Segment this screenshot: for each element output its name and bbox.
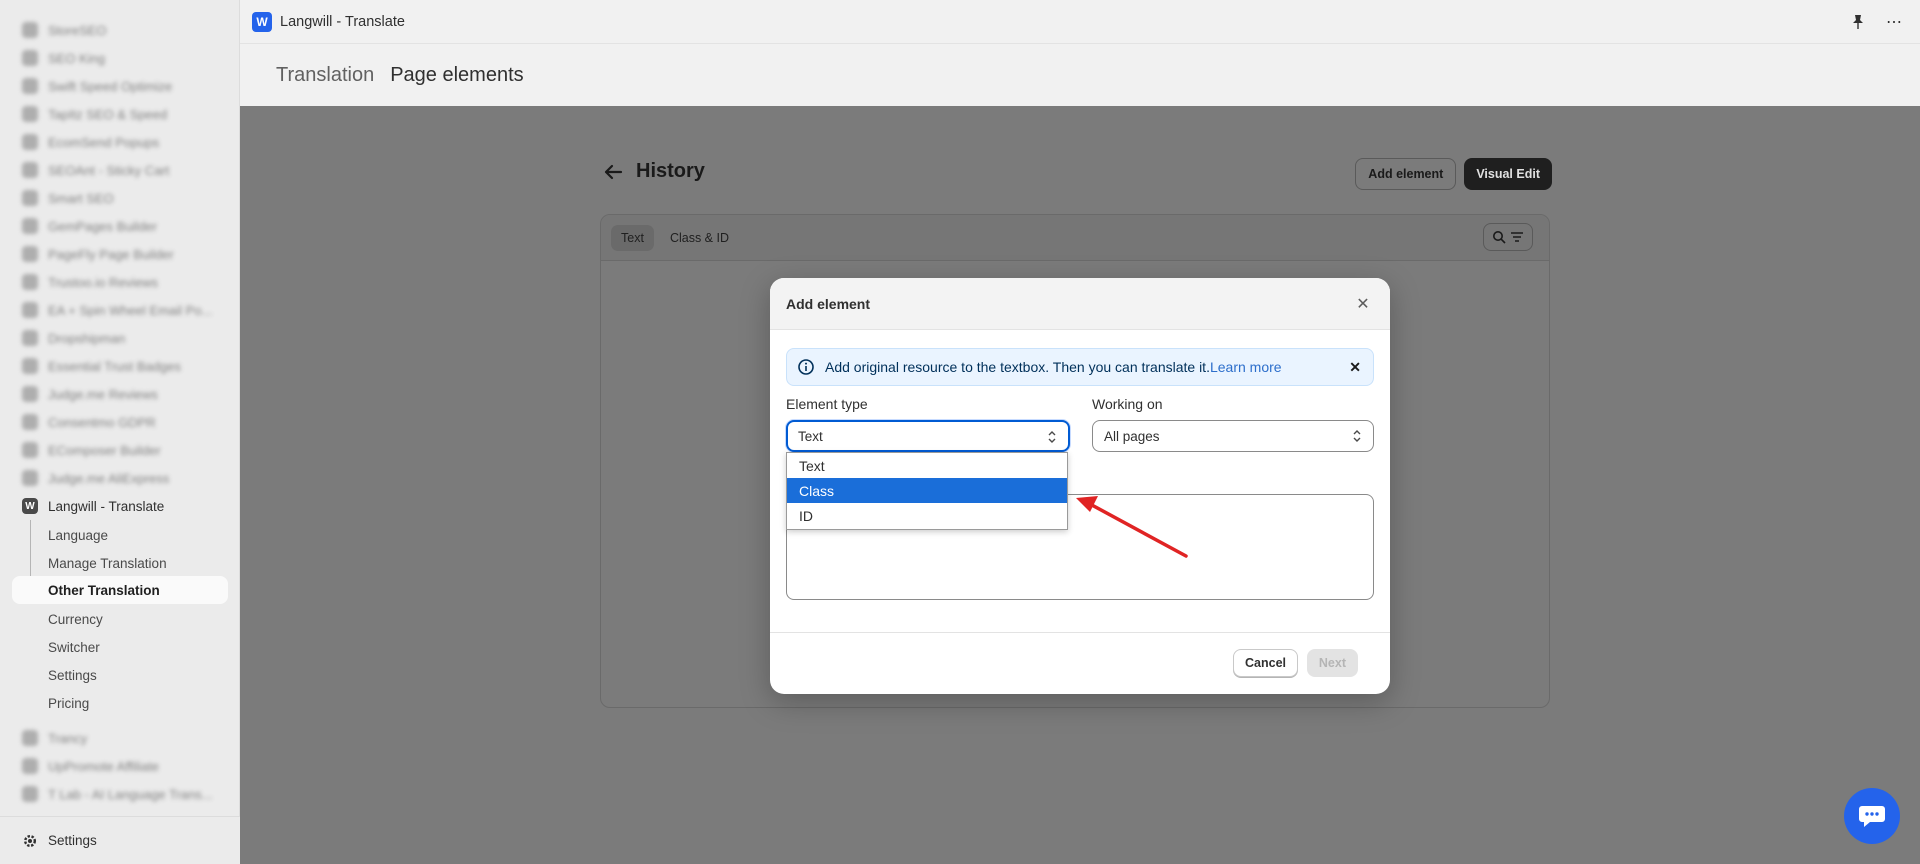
- app-icon: [22, 414, 38, 430]
- app-icon: [22, 78, 38, 94]
- sidebar-app-item[interactable]: GemPages Builder: [22, 216, 157, 236]
- page-title: History: [636, 160, 705, 182]
- app-icon: [22, 106, 38, 122]
- tab-page-elements[interactable]: Page elements: [390, 64, 523, 87]
- dropdown-option-class[interactable]: Class: [787, 478, 1067, 503]
- sidebar-item-pricing[interactable]: Pricing: [48, 692, 89, 714]
- sidebar-item-switcher[interactable]: Switcher: [48, 636, 100, 658]
- sidebar-app-item[interactable]: Consentmo GDPR: [22, 412, 156, 432]
- app-icon: [22, 442, 38, 458]
- sidebar-app-item[interactable]: T Lab - AI Language Trans...: [22, 784, 213, 804]
- element-type-select[interactable]: Text: [786, 420, 1070, 452]
- app-icon: [22, 358, 38, 374]
- element-type-dropdown: Text Class ID: [786, 452, 1068, 530]
- page-header: History: [602, 160, 705, 183]
- sidebar-app-item[interactable]: EComposer Builder: [22, 440, 161, 460]
- sidebar-settings[interactable]: Settings: [0, 816, 240, 864]
- sidebar-app-item[interactable]: TapItz SEO & Speed: [22, 104, 167, 124]
- sidebar-item-manage-translation[interactable]: Manage Translation: [48, 552, 167, 574]
- sidebar-item-currency[interactable]: Currency: [48, 608, 103, 630]
- next-button[interactable]: Next: [1306, 649, 1358, 677]
- app-icon: [22, 50, 38, 66]
- gear-icon: [24, 834, 36, 847]
- close-icon[interactable]: ✕: [1354, 295, 1372, 313]
- dropdown-option-text[interactable]: Text: [787, 453, 1067, 478]
- app-icon: [22, 274, 38, 290]
- select-chevron-icon: [1048, 431, 1056, 443]
- tab-class-id[interactable]: Class & ID: [660, 225, 739, 251]
- sidebar-app-item[interactable]: EA + Spin Wheel Email Po...: [22, 300, 212, 320]
- modal-header: Add element ✕: [770, 278, 1390, 330]
- langwill-logo-icon: W: [252, 11, 272, 32]
- dropdown-option-id[interactable]: ID: [787, 503, 1067, 528]
- app-icon: [22, 134, 38, 150]
- element-type-label: Element type: [786, 396, 868, 412]
- select-chevron-icon: [1353, 430, 1361, 442]
- working-on-value: All pages: [1104, 428, 1160, 444]
- tab-text[interactable]: Text: [611, 224, 654, 251]
- visual-edit-button[interactable]: Visual Edit: [1464, 158, 1552, 190]
- sidebar-app-item[interactable]: SEOAnt - Sticky Cart: [22, 160, 169, 180]
- sidebar: StoreSEO SEO King Swift Speed Optimize T…: [0, 0, 240, 864]
- cancel-button[interactable]: Cancel: [1233, 649, 1298, 677]
- sidebar-app-langwill[interactable]: W Langwill - Translate: [22, 496, 164, 516]
- sidebar-app-item[interactable]: Judge.me AliExpress: [22, 468, 169, 488]
- filter-icon: [1511, 232, 1523, 242]
- app-icon: [22, 730, 38, 746]
- app-icon: [22, 246, 38, 262]
- chat-icon: [1859, 806, 1885, 827]
- sidebar-item-language[interactable]: Language: [48, 524, 108, 546]
- page-nav: Translation Page elements: [240, 44, 1920, 106]
- sidebar-app-item[interactable]: EcomSend Popups: [22, 132, 159, 152]
- app-icon: [22, 302, 38, 318]
- working-on-select[interactable]: All pages: [1092, 420, 1374, 452]
- sidebar-app-item[interactable]: SEO King: [22, 48, 105, 68]
- app-icon: [22, 218, 38, 234]
- sidebar-app-item[interactable]: Dropshipman: [22, 328, 125, 348]
- sidebar-app-item[interactable]: Smart SEO: [22, 188, 114, 208]
- sidebar-app-item[interactable]: Essential Trust Badges: [22, 356, 181, 376]
- app-icon: [22, 162, 38, 178]
- sidebar-item-settings[interactable]: Settings: [48, 664, 97, 686]
- app-title-bar: W Langwill - Translate ⋯: [240, 0, 1920, 44]
- app-icon: [22, 330, 38, 346]
- annotation-arrow: [1076, 496, 1188, 558]
- window-title: Langwill - Translate: [280, 13, 405, 30]
- sidebar-app-item[interactable]: Swift Speed Optimize: [22, 76, 172, 96]
- add-element-button[interactable]: Add element: [1355, 158, 1457, 190]
- more-options-icon[interactable]: ⋯: [1884, 12, 1904, 32]
- info-icon: [798, 359, 814, 375]
- app-icon: [22, 470, 38, 486]
- sidebar-app-item[interactable]: Trustoo.io Reviews: [22, 272, 158, 292]
- tab-translation[interactable]: Translation: [276, 64, 374, 87]
- search-filter-button[interactable]: [1483, 223, 1533, 251]
- info-banner: Add original resource to the textbox. Th…: [786, 348, 1374, 386]
- back-arrow-icon[interactable]: [602, 161, 624, 183]
- langwill-logo-icon: W: [22, 498, 38, 514]
- banner-close-icon[interactable]: ✕: [1349, 359, 1361, 376]
- card-tabs: Text Class & ID: [601, 215, 1549, 261]
- app-icon: [22, 786, 38, 802]
- app-icon: [22, 190, 38, 206]
- sidebar-app-item[interactable]: Trancy: [22, 728, 87, 748]
- sidebar-app-item[interactable]: UpPromote Affiliate: [22, 756, 159, 776]
- search-icon: [1493, 231, 1506, 244]
- learn-more-link[interactable]: Learn more: [1210, 359, 1282, 375]
- sidebar-app-item[interactable]: PageFly Page Builder: [22, 244, 174, 264]
- sidebar-item-other-translation[interactable]: Other Translation: [12, 576, 228, 604]
- chat-button[interactable]: [1844, 788, 1900, 844]
- pin-icon[interactable]: [1848, 12, 1868, 32]
- modal-title: Add element: [786, 295, 871, 312]
- sidebar-app-item[interactable]: StoreSEO: [22, 20, 107, 40]
- working-on-label: Working on: [1092, 396, 1163, 412]
- element-type-value: Text: [798, 428, 823, 444]
- sidebar-app-item[interactable]: Judge.me Reviews: [22, 384, 158, 404]
- app-icon: [22, 22, 38, 38]
- banner-text: Add original resource to the textbox. Th…: [825, 359, 1210, 375]
- header-actions: Add element Visual Edit: [1355, 158, 1552, 190]
- app-icon: [22, 386, 38, 402]
- modal-footer: Cancel Next: [770, 632, 1390, 694]
- app-icon: [22, 758, 38, 774]
